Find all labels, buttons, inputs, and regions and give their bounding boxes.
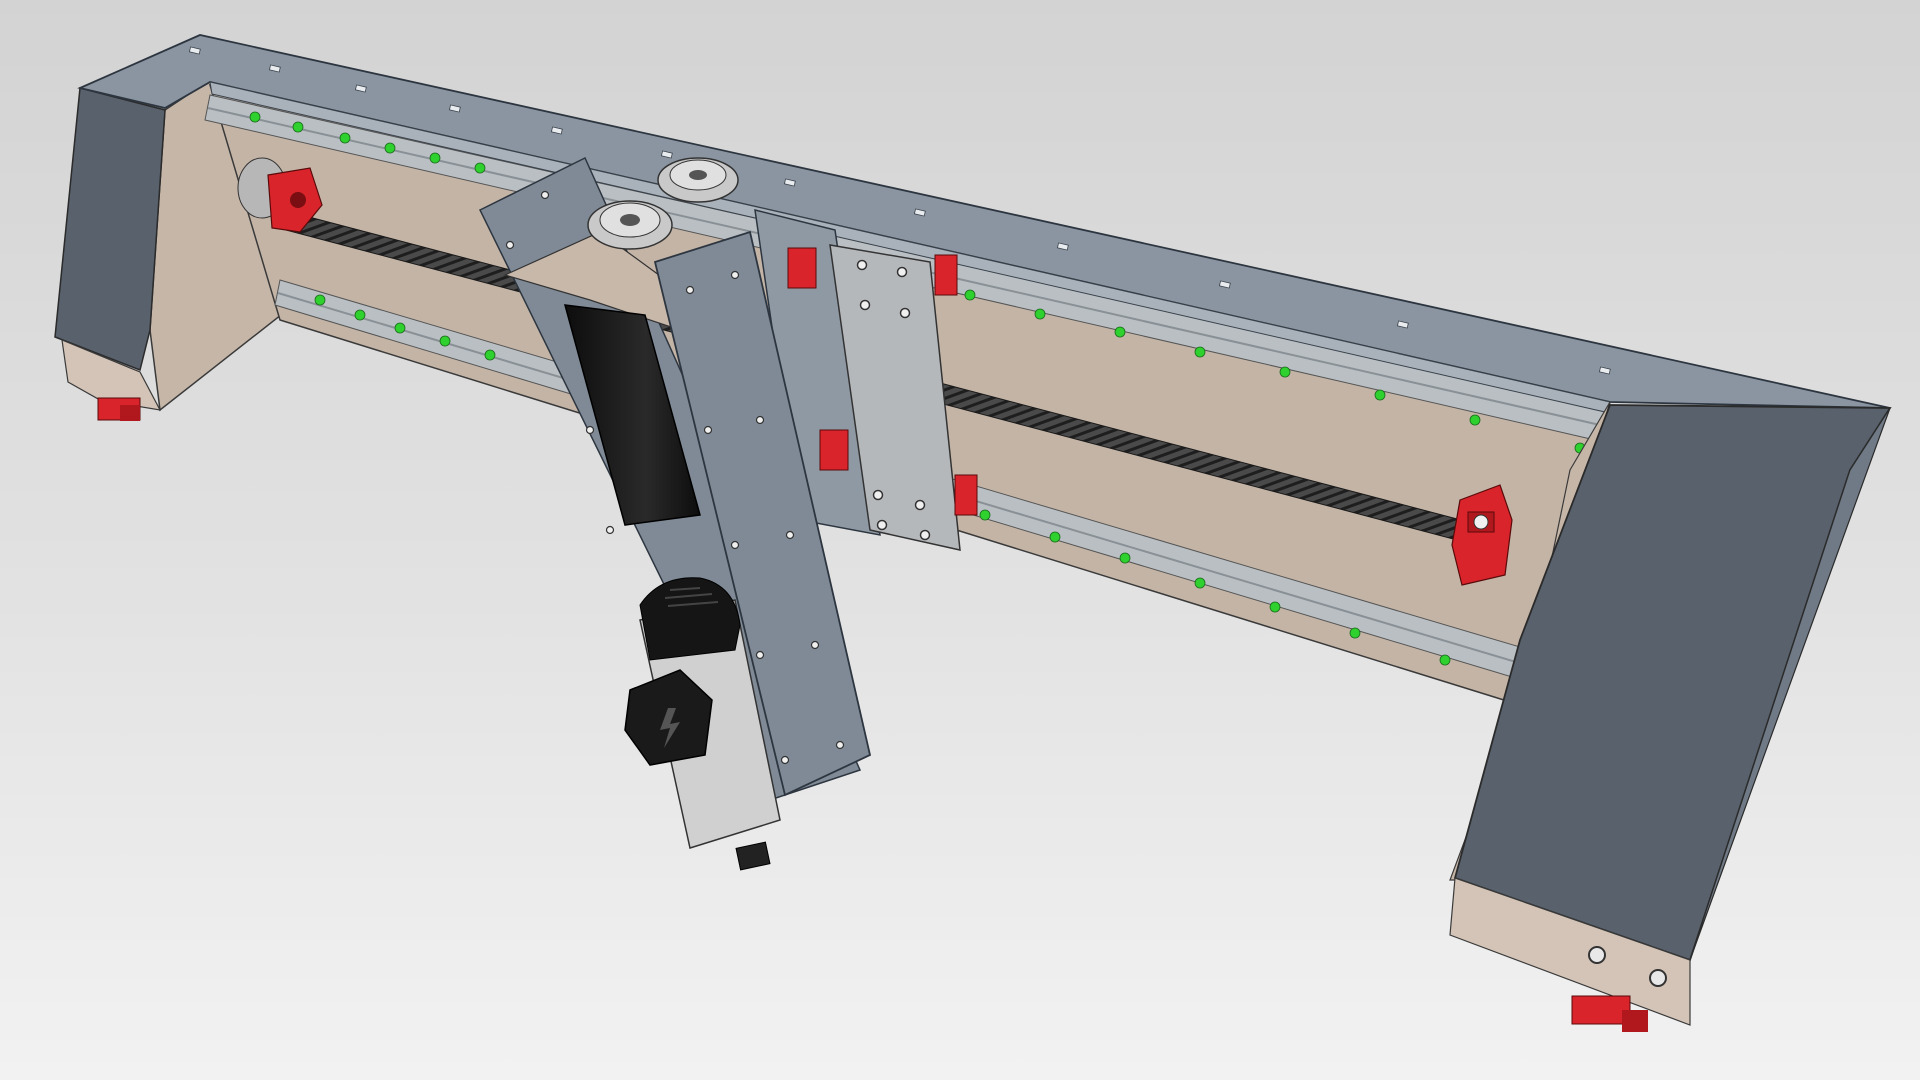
- cnc-gantry-model[interactable]: [0, 0, 1920, 1080]
- x-bearing-block-top: [787, 247, 817, 289]
- right-foot-hole-1: [1588, 946, 1606, 964]
- z-bearing-block-bottom: [954, 474, 978, 516]
- right-screw-bearing-block: [1451, 484, 1513, 586]
- cad-viewport[interactable]: [0, 0, 1920, 1080]
- right-foot-bearing: [1571, 995, 1631, 1025]
- z-bearing-block-top: [934, 254, 958, 296]
- left-foot-bearing-2: [120, 405, 140, 421]
- spindle-collet: [735, 841, 771, 871]
- timing-pulley-left: [587, 200, 673, 250]
- x-bearing-block-bottom: [819, 429, 849, 471]
- left-end-outer-panel: [54, 87, 166, 372]
- timing-pulley-right: [657, 157, 739, 203]
- spindle-fan-cap: [639, 577, 741, 661]
- right-foot-bearing-2: [1622, 1010, 1648, 1032]
- right-foot-hole-2: [1649, 969, 1667, 987]
